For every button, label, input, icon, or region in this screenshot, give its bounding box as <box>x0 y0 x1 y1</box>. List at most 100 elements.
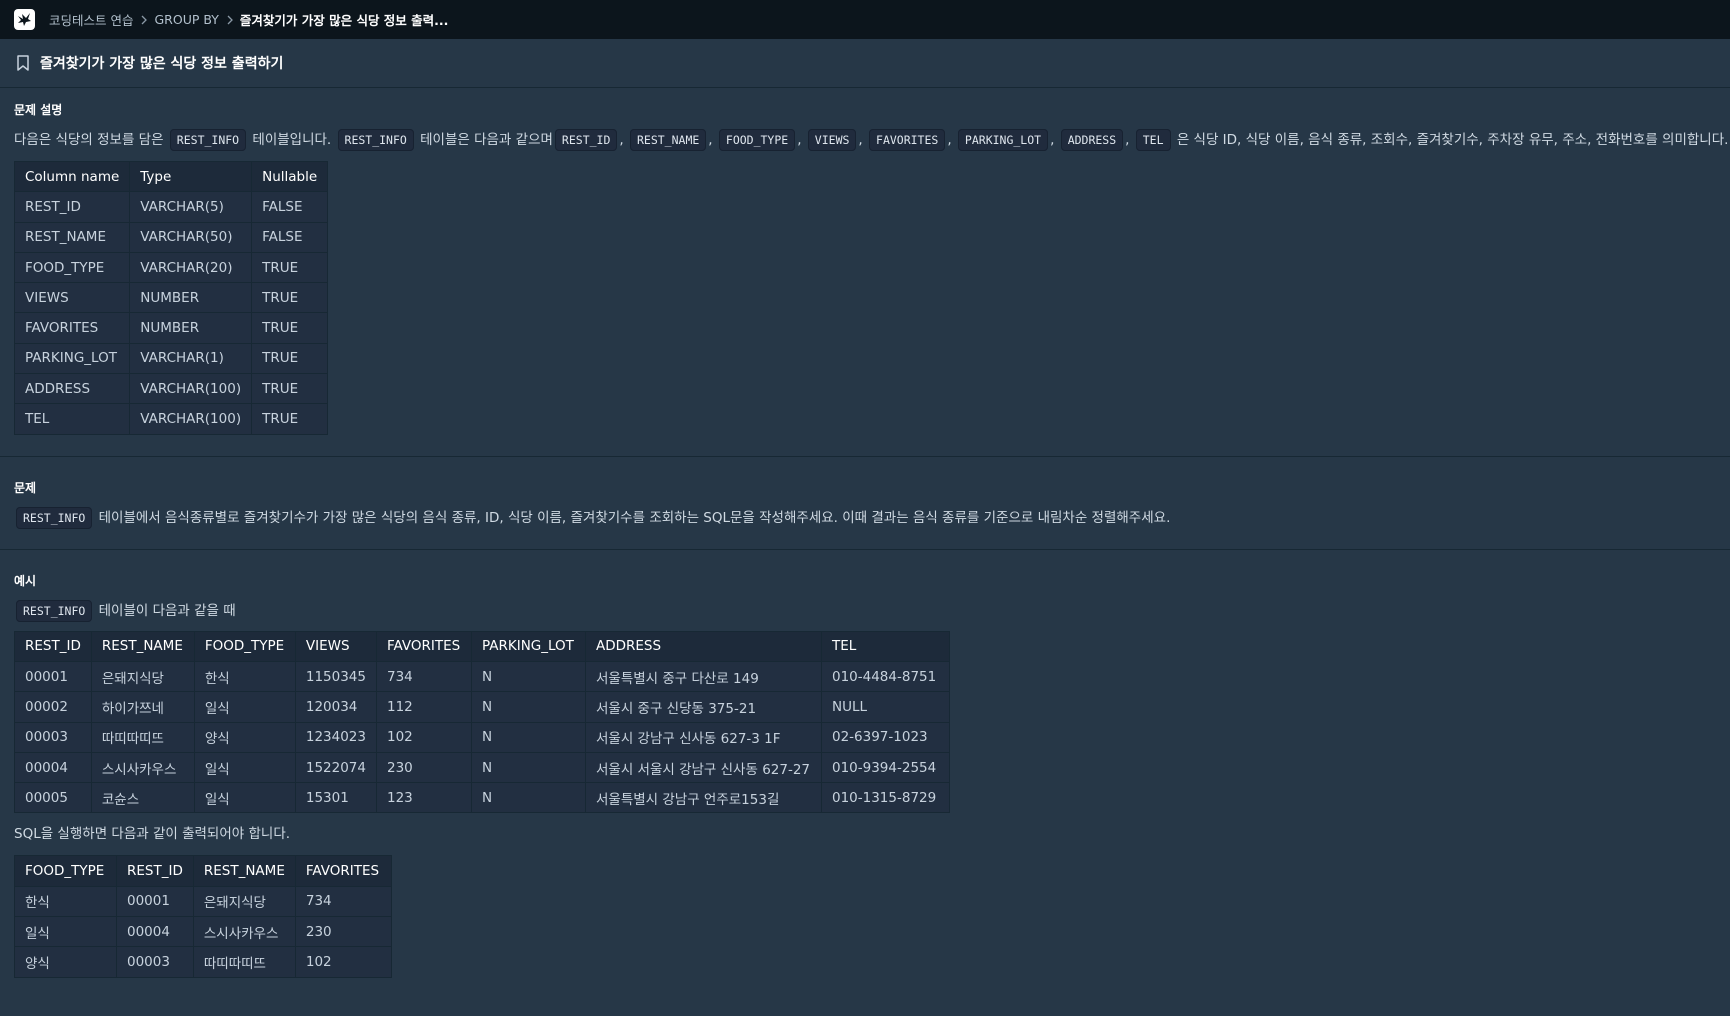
table-row: 00001 은돼지식당 한식 1150345 734 N 서울특별시 중구 다산로 149 0… <box>14 660 950 693</box>
table-header-row: FOOD_TYPE REST_ID REST_NAME FAVORITES <box>14 855 392 887</box>
header-cell: FOOD_TYPE <box>14 855 117 887</box>
table-cell: N <box>470 782 586 814</box>
table-cell: 일식 <box>14 916 117 948</box>
header-cell: TEL <box>820 630 950 662</box>
table-cell: 00002 <box>14 691 92 723</box>
table-cell: ADDRESS <box>13 373 131 405</box>
header-cell: FOOD_TYPE <box>193 630 296 662</box>
example-given-text: REST_INFO 테이블이 다음과 같을 때 <box>14 599 1730 622</box>
table-cell: 02-6397-1023 <box>820 721 950 753</box>
header-cell: REST_ID <box>116 855 194 887</box>
header-cell: ADDRESS <box>584 630 822 662</box>
table-cell: 서울특별시 중구 다산로 149 <box>584 660 822 693</box>
header-cell: FAVORITES <box>375 630 472 662</box>
table-cell: 일식 <box>193 691 296 723</box>
table-row: 00004 스시사카우스 일식 1522074 230 N 서울시 서울시 강남구 신사동 … <box>14 751 950 784</box>
table-row: TEL VARCHAR(100) TRUE <box>13 403 329 435</box>
table-cell: 한식 <box>14 885 117 918</box>
table-cell: TRUE <box>251 282 329 314</box>
table-cell: 102 <box>375 721 472 753</box>
table-cell: NULL <box>820 691 950 723</box>
table-cell: 한식 <box>193 660 296 693</box>
header-cell: PARKING_LOT <box>470 630 586 662</box>
table-row: ADDRESS VARCHAR(100) TRUE <box>13 373 329 405</box>
table-row: REST_NAME VARCHAR(50) FALSE <box>13 221 329 253</box>
result-text: SQL을 실행하면 다음과 같이 출력되어야 합니다. <box>14 826 291 843</box>
table-cell: TRUE <box>251 342 329 375</box>
table-cell: VARCHAR(1) <box>129 342 253 375</box>
table-cell: 00001 <box>14 660 92 693</box>
table-cell: N <box>470 691 586 723</box>
table-cell: 102 <box>294 946 392 978</box>
problem-text: REST_INFO 테이블에서 음식종류별로 즐겨찾기수가 가장 많은 식당의 … <box>14 506 1730 529</box>
table-row: 00003 따띠따띠뜨 양식 1234023 102 N 서울시 강남구 신사동 627-3… <box>14 721 950 753</box>
table-cell: 00003 <box>116 946 194 978</box>
table-cell: VARCHAR(50) <box>129 221 253 253</box>
code-column: ADDRESS <box>1060 129 1124 151</box>
header-cell: Type <box>129 160 253 193</box>
table-cell: 15301 <box>294 782 377 814</box>
code-rest-info: REST_INFO <box>169 129 247 151</box>
programmers-logo-icon[interactable] <box>14 9 35 30</box>
given-text: 테이블이 다음과 같을 때 <box>98 602 236 619</box>
table-row: PARKING_LOT VARCHAR(1) TRUE <box>13 342 329 375</box>
page-title: 즐겨찾기가 가장 많은 식당 정보 출력하기 <box>40 56 284 72</box>
table-cell: NUMBER <box>129 312 253 344</box>
table-cell: VARCHAR(20) <box>129 251 253 284</box>
table-cell: 은돼지식당 <box>90 660 195 693</box>
breadcrumb-current: 즐겨찾기가 가장 많은 식당 정보 출력... <box>239 13 449 28</box>
table-row: 한식 00001 은돼지식당 734 <box>14 885 392 918</box>
breadcrumb-group-by[interactable]: GROUP BY <box>154 12 218 27</box>
table-cell: 서울시 서울시 강남구 신사동 627-27 <box>584 751 822 784</box>
schema-table: Column name Type Nullable REST_ID VARCHAR… <box>13 160 329 435</box>
table-row: FAVORITES NUMBER TRUE <box>13 312 329 344</box>
table-row: 00002 하이가쯔네 일식 120034 112 N 서울시 중구 신당동 375-21 N… <box>14 691 950 723</box>
table-cell: 코슌스 <box>90 782 195 814</box>
problem-heading: 문제 <box>14 480 37 495</box>
breadcrumb-coding-test[interactable]: 코딩테스트 연습 <box>49 10 133 29</box>
table-cell: 따띠따띠뜨 <box>90 721 195 753</box>
table-header-row: Column name Type Nullable <box>13 160 329 193</box>
code-column: PARKING_LOT <box>957 129 1049 151</box>
bookmark-icon[interactable] <box>16 55 30 71</box>
table-cell: 1522074 <box>294 751 377 784</box>
code-column: FAVORITES <box>869 129 946 151</box>
intro-text-2: 테이블입니다. <box>252 132 332 148</box>
header-cell: VIEWS <box>294 630 377 662</box>
chevron-right-icon <box>227 15 233 25</box>
table-cell: N <box>470 721 586 753</box>
table-cell: N <box>470 660 586 693</box>
header-cell: REST_NAME <box>90 630 195 662</box>
table-row: VIEWS NUMBER TRUE <box>13 282 329 314</box>
intro-text-4: 은 식당 ID, 식당 이름, 음식 종류, 조회수, 즐겨찾기수, 주차장 유… <box>1176 132 1729 148</box>
header-cell: Nullable <box>251 160 329 193</box>
header-cell: REST_NAME <box>192 855 296 887</box>
top-navigation-bar: 코딩테스트 연습 GROUP BY 즐겨찾기가 가장 많은 식당 정보 출력..… <box>0 0 1730 39</box>
table-header-row: REST_ID REST_NAME FOOD_TYPE VIEWS FAVORI… <box>14 630 950 662</box>
table-cell: 하이가쯔네 <box>90 691 195 723</box>
chevron-right-icon <box>141 15 148 25</box>
table-cell: NUMBER <box>129 282 253 314</box>
table-cell: 734 <box>375 660 472 693</box>
table-cell: 스시사카우스 <box>90 751 195 784</box>
table-cell: 00005 <box>14 782 92 814</box>
table-cell: VARCHAR(5) <box>129 191 253 223</box>
table-cell: 서울시 중구 신당동 375-21 <box>584 691 822 723</box>
code-column: REST_NAME <box>629 129 707 151</box>
table-cell: FALSE <box>251 191 329 223</box>
table-cell: 120034 <box>294 691 377 723</box>
table-cell: 따띠따띠뜨 <box>192 946 296 978</box>
intro-text-1: 다음은 식당의 정보를 담은 <box>14 132 164 148</box>
table-cell: 양식 <box>14 946 117 978</box>
code-column: FOOD_TYPE <box>718 129 796 151</box>
table-cell: N <box>470 751 586 784</box>
table-cell: 00003 <box>14 721 92 753</box>
example-heading: 예시 <box>14 573 37 588</box>
table-cell: PARKING_LOT <box>13 342 131 375</box>
header-cell: REST_ID <box>14 630 92 662</box>
table-cell: 010-4484-8751 <box>820 660 950 693</box>
problem-title-bar: 즐겨찾기가 가장 많은 식당 정보 출력하기 <box>0 39 1730 88</box>
table-cell: VIEWS <box>13 282 131 314</box>
code-column: VIEWS <box>807 129 857 151</box>
table-cell: 일식 <box>193 782 296 814</box>
